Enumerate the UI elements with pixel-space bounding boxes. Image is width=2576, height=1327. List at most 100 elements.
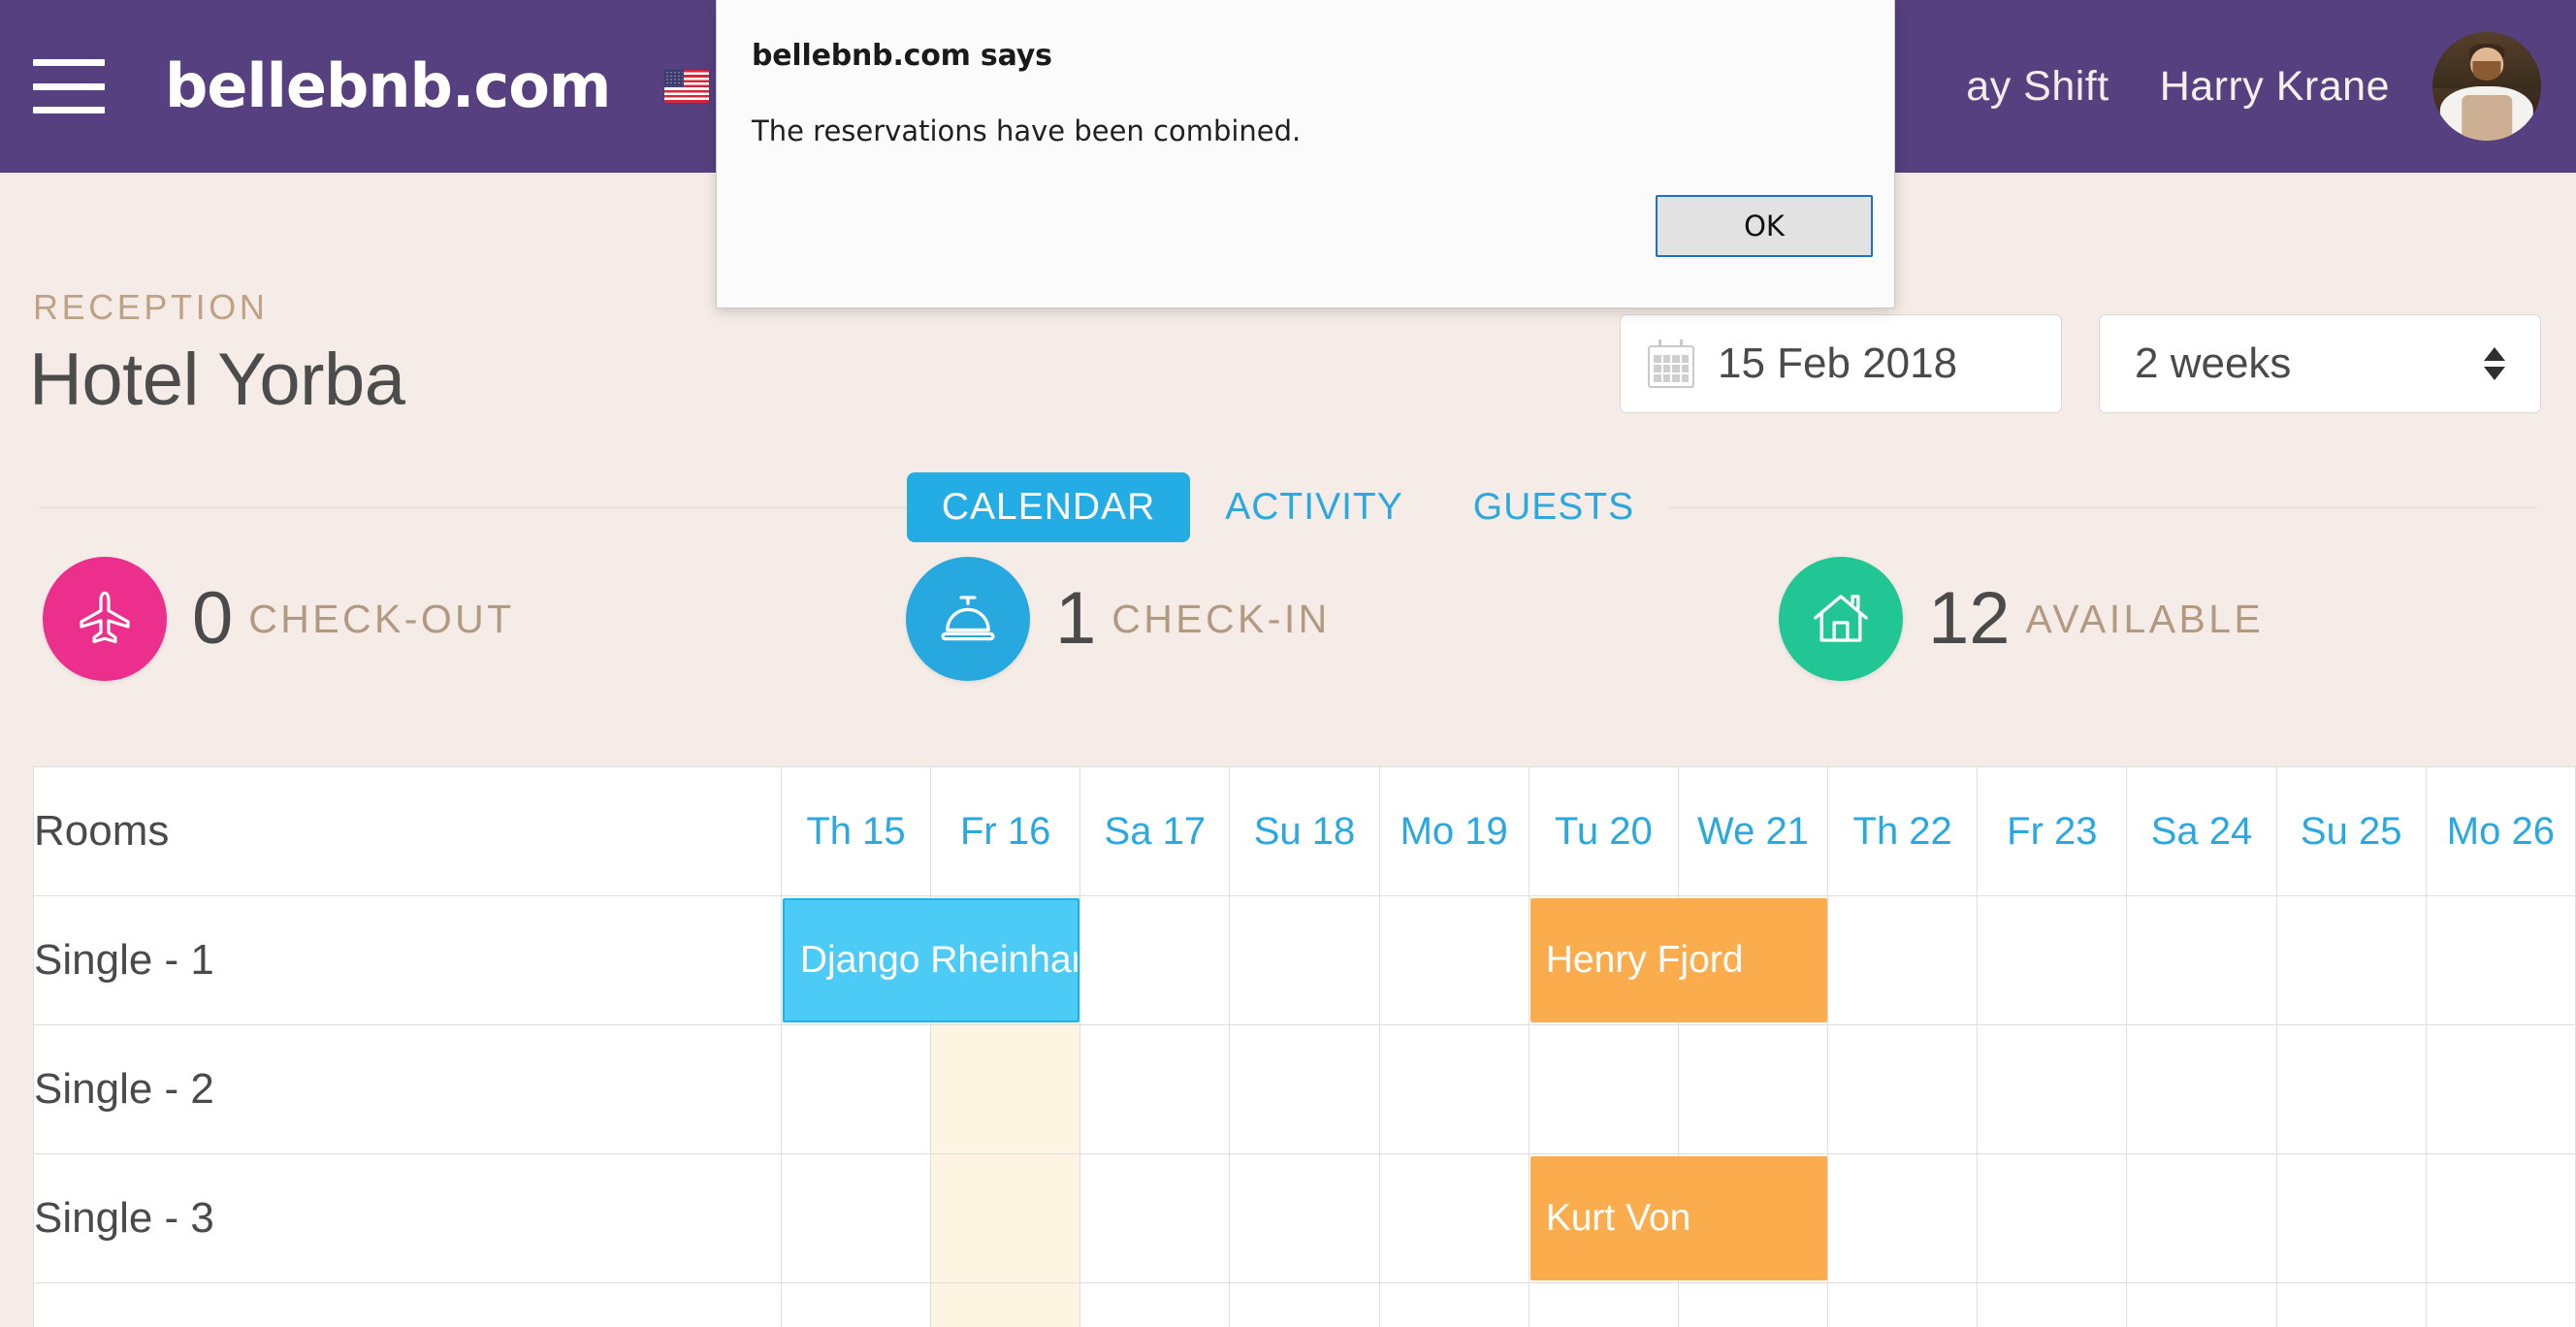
- calendar-cell[interactable]: [2126, 895, 2277, 1025]
- calendar-cell[interactable]: [1528, 1024, 1679, 1154]
- calendar-cell[interactable]: Kurt Von: [1528, 1153, 1827, 1283]
- calendar-cell[interactable]: [2126, 1153, 2277, 1283]
- calendar-cell[interactable]: [1528, 1282, 1679, 1327]
- calendar-cell[interactable]: [2275, 1024, 2427, 1154]
- divider-right: [1669, 506, 2538, 508]
- calendar-cell[interactable]: [1378, 895, 1530, 1025]
- house-icon: [1779, 557, 1903, 681]
- room-name-cell[interactable]: Garden Double 1: [33, 1282, 782, 1327]
- calendar-cell[interactable]: [1977, 895, 2128, 1025]
- day-column-header[interactable]: Mo 19: [1378, 766, 1530, 896]
- brand-logo[interactable]: bellebnb.com: [165, 56, 611, 116]
- table-row: Single - 2: [33, 1024, 2576, 1154]
- airplane-icon: [43, 557, 167, 681]
- room-name-cell[interactable]: Single - 3: [33, 1153, 782, 1283]
- shift-label[interactable]: ay Shift: [1966, 63, 2109, 111]
- calendar-cell[interactable]: [1229, 1024, 1380, 1154]
- calendar-cell[interactable]: [2425, 895, 2576, 1025]
- calendar-cell[interactable]: [1229, 1153, 1380, 1283]
- breadcrumb: RECEPTION: [33, 287, 269, 327]
- calendar-cell[interactable]: [1977, 1282, 2128, 1327]
- stat-value: 0: [192, 577, 234, 660]
- day-column-header[interactable]: Sa 17: [1079, 766, 1231, 896]
- calendar-cell[interactable]: Django Rheinhardt: [780, 895, 1079, 1025]
- calendar-cell[interactable]: [1079, 1153, 1231, 1283]
- us-flag-icon[interactable]: [664, 70, 710, 103]
- hamburger-bar: [33, 107, 105, 113]
- room-name-cell[interactable]: Single - 1: [33, 895, 782, 1025]
- reservation-block[interactable]: Henry Fjord: [1530, 898, 1827, 1022]
- day-column-header[interactable]: Fr 16: [930, 766, 1081, 896]
- hamburger-menu-icon[interactable]: [33, 59, 105, 113]
- nav-right-group: ay Shift Harry Krane: [1966, 32, 2576, 141]
- calendar-cell[interactable]: [2126, 1024, 2277, 1154]
- stat-label: AVAILABLE: [2025, 596, 2265, 641]
- calendar-cell[interactable]: [780, 1282, 932, 1327]
- stat-value: 1: [1055, 577, 1097, 660]
- calendar-cell[interactable]: [1079, 1024, 1231, 1154]
- tab-guests[interactable]: GUESTS: [1438, 472, 1669, 542]
- calendar-cell[interactable]: [2425, 1153, 2576, 1283]
- calendar-cell[interactable]: [1378, 1282, 1530, 1327]
- page-title: Hotel Yorba: [29, 339, 405, 421]
- calendar-cell[interactable]: [2425, 1282, 2576, 1327]
- calendar-cell[interactable]: [1827, 1153, 1979, 1283]
- reservation-block[interactable]: Kurt Von: [1530, 1156, 1827, 1280]
- tab-calendar[interactable]: CALENDAR: [906, 472, 1191, 542]
- calendar-cell[interactable]: [2425, 1024, 2576, 1154]
- calendar-cell[interactable]: [2275, 895, 2427, 1025]
- hamburger-bar: [33, 59, 105, 66]
- date-value: 15 Feb 2018: [1718, 340, 1958, 387]
- alert-dialog: bellebnb.com says The reservations have …: [716, 0, 1895, 308]
- calendar-cell[interactable]: [2126, 1282, 2277, 1327]
- calendar-cell[interactable]: [1977, 1153, 2128, 1283]
- day-column-header[interactable]: Tu 20: [1528, 766, 1679, 896]
- calendar-cell[interactable]: [1079, 895, 1231, 1025]
- day-column-header[interactable]: Fr 23: [1977, 766, 2128, 896]
- calendar-cell[interactable]: [1677, 1282, 1829, 1327]
- calendar-cell[interactable]: [930, 1282, 1081, 1327]
- day-column-header[interactable]: Su 25: [2275, 766, 2427, 896]
- date-picker[interactable]: 15 Feb 2018: [1620, 314, 2062, 413]
- day-column-header[interactable]: Mo 26: [2425, 766, 2576, 896]
- calendar-cell[interactable]: [780, 1024, 932, 1154]
- day-column-header[interactable]: Th 15: [780, 766, 932, 896]
- avatar[interactable]: [2432, 32, 2541, 141]
- calendar-cell[interactable]: [1827, 1282, 1979, 1327]
- calendar-cell[interactable]: [1977, 1024, 2128, 1154]
- user-name-label[interactable]: Harry Krane: [2160, 63, 2390, 111]
- day-column-header[interactable]: Su 18: [1229, 766, 1380, 896]
- hamburger-bar: [33, 82, 105, 90]
- calendar-cell[interactable]: [1827, 1024, 1979, 1154]
- calendar-cell[interactable]: [1378, 1024, 1530, 1154]
- calendar-cell[interactable]: [1079, 1282, 1231, 1327]
- calendar-cell[interactable]: [1378, 1153, 1530, 1283]
- stat-available[interactable]: 12 AVAILABLE: [1779, 557, 2264, 681]
- calendar-cell[interactable]: [930, 1024, 1081, 1154]
- room-name-cell[interactable]: Single - 2: [33, 1024, 782, 1154]
- calendar-cell[interactable]: [1827, 895, 1979, 1025]
- stat-check-out[interactable]: 0 CHECK-OUT: [43, 557, 515, 681]
- stat-check-in[interactable]: 1 CHECK-IN: [906, 557, 1331, 681]
- period-select[interactable]: 2 weeks: [2099, 314, 2541, 413]
- tab-activity[interactable]: ACTIVITY: [1190, 472, 1438, 542]
- day-column-header[interactable]: We 21: [1677, 766, 1829, 896]
- calendar-cell[interactable]: [1229, 1282, 1380, 1327]
- calendar-grid: Rooms Th 15 Fr 16 Sa 17 Su 18 Mo 19 Tu 20 We 2…: [33, 766, 2576, 1327]
- reservation-block[interactable]: Django Rheinhardt: [782, 898, 1079, 1022]
- calendar-cell[interactable]: [930, 1153, 1081, 1283]
- day-column-header[interactable]: Sa 24: [2126, 766, 2277, 896]
- calendar-cell[interactable]: [2275, 1153, 2427, 1283]
- calendar-cell[interactable]: [2275, 1282, 2427, 1327]
- table-row: Single - 1Django Rheinhardt Henry Fjord: [33, 895, 2576, 1025]
- calendar-cell[interactable]: Henry Fjord: [1528, 895, 1827, 1025]
- calendar-cell[interactable]: [780, 1153, 932, 1283]
- avatar-apron: [2462, 94, 2512, 141]
- calendar-table: Rooms Th 15 Fr 16 Sa 17 Su 18 Mo 19 Tu 20 We 2…: [33, 766, 2576, 1327]
- ok-button[interactable]: OK: [1656, 195, 1873, 257]
- flag-canton: [664, 70, 685, 87]
- chevron-updown-icon[interactable]: [2484, 347, 2505, 380]
- calendar-cell[interactable]: [1677, 1024, 1829, 1154]
- day-column-header[interactable]: Th 22: [1827, 766, 1979, 896]
- calendar-cell[interactable]: [1229, 895, 1380, 1025]
